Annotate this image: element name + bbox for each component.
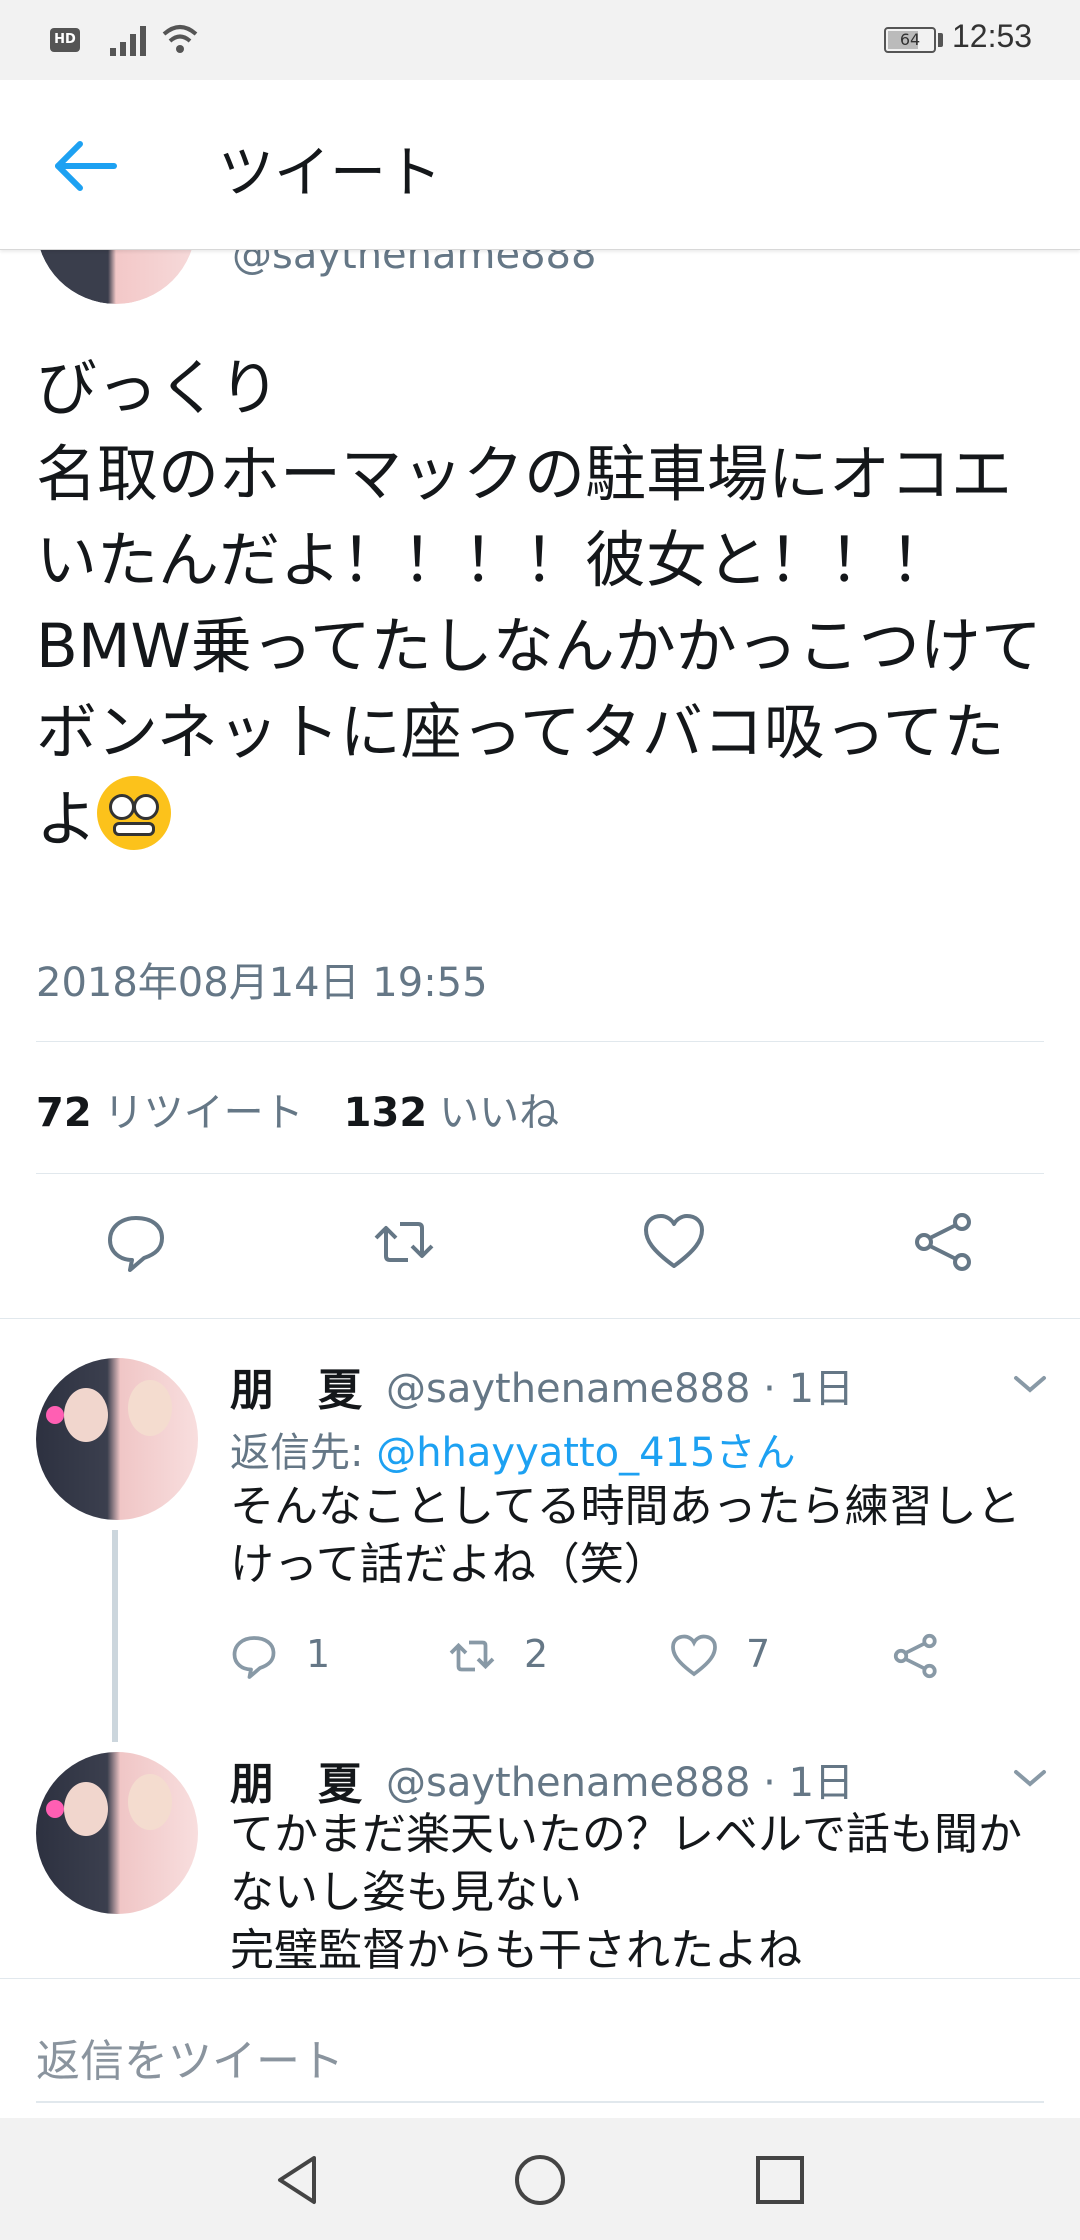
reply-button[interactable]: 1	[230, 1628, 360, 1682]
reply-icon	[232, 1636, 276, 1679]
share-icon	[893, 1633, 937, 1679]
reply-compose-placeholder[interactable]: 返信をツイート	[36, 2025, 344, 2089]
reply-icon[interactable]	[104, 1210, 168, 1274]
like-count: 7	[746, 1632, 771, 1676]
reply-handle-time: @saythename888 · 1日	[386, 1760, 855, 1806]
retweet-stat[interactable]: 72 リツイート	[36, 1090, 304, 1136]
wifi-icon	[162, 25, 198, 53]
heart-icon[interactable]	[642, 1210, 706, 1274]
retweet-count: 2	[524, 1632, 549, 1676]
compose-underline	[36, 2101, 1044, 2103]
chevron-down-icon[interactable]	[1012, 1766, 1048, 1790]
page-title: ツイート	[218, 141, 442, 206]
signal-icon	[110, 26, 146, 56]
retweet-button[interactable]: 2	[448, 1628, 578, 1682]
reply-action-bar: 1 2 7	[230, 1628, 980, 1682]
retweet-icon	[449, 1640, 495, 1672]
tweet-timestamp: 2018年08月14日 19:55	[36, 960, 488, 1006]
section-divider	[0, 1318, 1080, 1319]
chevron-down-icon[interactable]	[1012, 1372, 1048, 1396]
grimacing-face-emoji	[97, 776, 172, 850]
thread-line	[112, 1530, 118, 1742]
like-stat[interactable]: 132 いいね	[344, 1090, 560, 1136]
home-circle-icon[interactable]	[512, 2152, 568, 2208]
retweet-icon[interactable]	[372, 1210, 436, 1274]
divider	[36, 1173, 1044, 1174]
share-button[interactable]	[892, 1628, 952, 1682]
battery-level: 64	[899, 30, 921, 49]
tweet-stats: 72 リツイート 132 いいね	[36, 1080, 559, 1138]
reply-compose-bar[interactable]: 返信をツイート	[0, 1978, 1080, 2118]
like-button[interactable]: 7	[670, 1628, 800, 1682]
like-label: いいね	[439, 1090, 560, 1136]
hd-indicator: HD	[50, 28, 80, 52]
heart-icon	[671, 1634, 717, 1677]
tweet-body: びっくり 名取のホーマックの駐車場にオコエいたんだよ！！！！彼女と！！！ BMW…	[36, 346, 1046, 863]
reply-to-line: 返信先: @hhayyatto_415さん	[230, 1420, 795, 1478]
arrow-left-icon[interactable]	[50, 136, 120, 196]
reply-avatar[interactable]	[36, 1358, 198, 1520]
status-time: 12:53	[952, 18, 1033, 54]
reply-author-name[interactable]: 朋 夏	[230, 1354, 362, 1418]
reply-text: てかまだ楽天いたの？レベルで話も聞かないし姿も見ない 完璧監督からも干されたよね	[230, 1809, 1022, 1976]
reply-avatar[interactable]	[36, 1752, 198, 1914]
reply-text: そんなことしてる時間あったら練習しとけって話だよね（笑）	[230, 1481, 1021, 1590]
like-count: 132	[343, 1090, 428, 1136]
share-icon[interactable]	[912, 1210, 976, 1274]
status-bar: HD 64 12:53	[0, 0, 1080, 80]
tweet-action-bar	[0, 1210, 1080, 1280]
reply-author-name[interactable]: 朋 夏	[230, 1748, 362, 1812]
retweet-count: 72	[36, 1090, 92, 1136]
reply-to-mention[interactable]: @hhayyatto_415さん	[376, 1430, 795, 1476]
recents-square-icon[interactable]	[752, 2152, 808, 2208]
retweet-label: リツイート	[103, 1090, 304, 1136]
battery-tip	[938, 33, 943, 47]
reply-handle-time: @saythename888 · 1日	[386, 1366, 855, 1412]
reply-to-prefix: 返信先:	[230, 1430, 377, 1476]
back-triangle-icon[interactable]	[270, 2152, 326, 2208]
system-nav-bar	[0, 2118, 1080, 2240]
reply-count: 1	[306, 1632, 331, 1676]
top-app-bar: ツイート	[0, 80, 1080, 250]
battery-icon: 64	[884, 27, 936, 53]
tweet-text: びっくり 名取のホーマックの駐車場にオコエいたんだよ！！！！彼女と！！！ BMW…	[36, 353, 1042, 855]
divider	[36, 1041, 1044, 1042]
